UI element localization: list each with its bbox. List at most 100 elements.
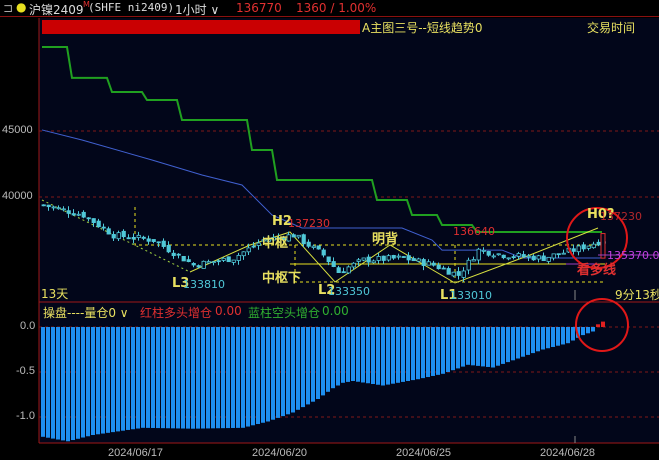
candle-body [131, 236, 136, 240]
candle-body [61, 208, 66, 211]
blue-bar [241, 327, 245, 428]
watch-long-label: 看多线 [577, 263, 617, 278]
candle-body [121, 230, 126, 238]
candle-body [351, 262, 356, 268]
candle-body [471, 259, 476, 262]
candle-body [381, 255, 386, 261]
blue-bar [541, 327, 545, 350]
candle-body [411, 258, 416, 262]
price-label: 136640 [453, 225, 495, 238]
blue-bar [341, 327, 345, 383]
blue-bar [156, 327, 160, 429]
blue-bar [296, 327, 300, 410]
y-tick: 45000 [2, 124, 33, 136]
blue-bar [546, 327, 550, 349]
x-tick: 2024/06/25 [396, 447, 452, 459]
blue-bar [186, 327, 190, 429]
red-bar [596, 324, 600, 327]
candle-body [316, 245, 321, 250]
blue-bar [431, 327, 435, 376]
blue-bar [526, 327, 530, 355]
candle-body [436, 264, 441, 270]
x-tick: 2024/06/17 [108, 447, 164, 459]
candle-body [196, 265, 201, 268]
price-chart[interactable] [0, 0, 659, 460]
blue-bar [486, 327, 490, 367]
chevron-down-icon: ∨ [115, 306, 129, 320]
blue-bar [41, 327, 45, 437]
blue-bar [146, 327, 150, 428]
h2-price: 137230 [288, 217, 330, 230]
candle-body [326, 256, 331, 263]
candle-body [541, 255, 546, 262]
blue-bar [141, 327, 145, 428]
blue-bar [401, 327, 405, 382]
blue-bar [436, 327, 440, 375]
blue-bar [171, 327, 175, 429]
candle-body [156, 241, 161, 244]
blue-bar [261, 327, 265, 423]
price-change: 1360 / 1.00% [296, 1, 377, 15]
blue-bar [191, 327, 195, 429]
period-select[interactable]: 1小时 ∨ [175, 1, 219, 18]
blue-bar [386, 327, 390, 385]
blue-bar [506, 327, 510, 363]
candle-body [446, 268, 451, 275]
blue-bar [106, 327, 110, 433]
red-bar-value: 0.00 [215, 304, 242, 318]
blue-bar [351, 327, 355, 381]
candle-body [431, 262, 436, 266]
blue-bar [531, 327, 535, 354]
days-count: 13天 [41, 287, 69, 301]
candle-body [76, 213, 81, 216]
candle-body [361, 257, 366, 261]
blue-bar [511, 327, 515, 361]
blue-bar [591, 327, 595, 332]
blue-bar [216, 327, 220, 429]
candle-body [181, 255, 186, 262]
blue-bar [271, 327, 275, 420]
symbol-code: (SHFE ni2409) [88, 1, 175, 14]
divergence-label: 明背 [372, 232, 399, 247]
candle-body [406, 255, 411, 261]
candle-body [416, 258, 421, 262]
blue-bar [461, 327, 465, 367]
candle-body [96, 220, 101, 228]
blue-bar [426, 327, 430, 378]
sub-indicator-select[interactable]: 操盘----量仓0 ∨ [43, 304, 129, 321]
candle-body [41, 204, 46, 207]
blue-bar [446, 327, 450, 372]
candle-body [301, 234, 306, 245]
candle-body [161, 240, 166, 247]
zhongshu-low-label: 中枢下 [262, 271, 302, 286]
main-indicator-name[interactable]: A主图三号--短线趋势0 [362, 19, 483, 36]
trading-time-label[interactable]: 交易时间 [587, 19, 635, 36]
blue-bar [86, 327, 90, 437]
blue-bar [521, 327, 525, 357]
blue-bar [236, 327, 240, 428]
blue-bar [181, 327, 185, 429]
candle-body [86, 217, 91, 220]
menu-icon[interactable]: ⊐ [3, 1, 13, 15]
blue-bar [96, 327, 100, 435]
candle-body [106, 228, 111, 235]
candle-body [521, 254, 526, 258]
candle-body [456, 271, 461, 276]
last-price: 136770 [236, 1, 282, 15]
blue-bar [51, 327, 55, 439]
blue-bar [211, 327, 215, 429]
blue-bar [366, 327, 370, 384]
candle-body [171, 252, 176, 257]
candle-body [341, 271, 346, 274]
y-tick: 0.0 [20, 320, 36, 332]
blue-bar [456, 327, 460, 369]
blue-bar [166, 327, 170, 429]
blue-bar [566, 327, 570, 344]
blue-bar [221, 327, 225, 429]
blue-bar [61, 327, 65, 441]
candle-body [371, 260, 376, 264]
blue-bar [571, 327, 575, 341]
zhongshu-label: 中枢 [262, 236, 289, 251]
blue-bar [176, 327, 180, 429]
symbol-name[interactable]: 沪镍2409 [29, 1, 84, 18]
